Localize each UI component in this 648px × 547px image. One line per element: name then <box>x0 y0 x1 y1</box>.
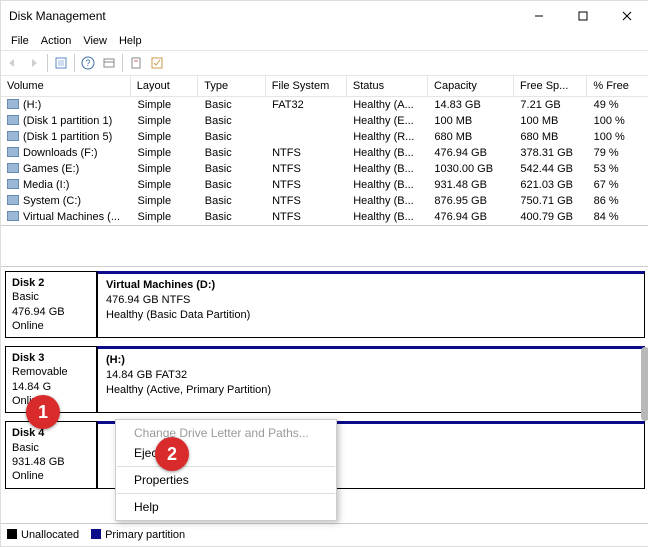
volume-rows: (H:)SimpleBasicFAT32Healthy (A...14.83 G… <box>1 97 648 225</box>
column-type[interactable]: Type <box>198 76 266 96</box>
menu-file[interactable]: File <box>5 33 35 49</box>
scrollbar-thumb[interactable] <box>641 347 648 421</box>
table-row[interactable]: (H:)SimpleBasicFAT32Healthy (A...14.83 G… <box>1 97 648 113</box>
table-row[interactable]: Downloads (F:)SimpleBasicNTFSHealthy (B.… <box>1 145 648 161</box>
context-menu: Change Drive Letter and Paths... Eject P… <box>115 419 337 521</box>
check-icon[interactable] <box>147 53 167 73</box>
toolbar-separator <box>122 54 123 72</box>
menu-properties[interactable]: Properties <box>116 470 336 490</box>
refresh-icon[interactable] <box>51 53 71 73</box>
column-status[interactable]: Status <box>347 76 428 96</box>
disk-label[interactable]: Disk 4Basic931.48 GBOnline <box>5 421 97 488</box>
menu-view[interactable]: View <box>77 33 113 49</box>
table-row[interactable]: Virtual Machines (...SimpleBasicNTFSHeal… <box>1 209 648 225</box>
menu-help[interactable]: Help <box>113 33 148 49</box>
column-volume[interactable]: Volume <box>1 76 131 96</box>
volume-list: Volume Layout Type File System Status Ca… <box>1 76 648 226</box>
help-icon[interactable]: ? <box>78 53 98 73</box>
menu-action[interactable]: Action <box>35 33 78 49</box>
splitter[interactable] <box>1 226 648 266</box>
toolbar-separator <box>74 54 75 72</box>
column-pct-free[interactable]: % Free <box>587 76 648 96</box>
annotation-marker-1: 1 <box>26 395 60 429</box>
volume-header: Volume Layout Type File System Status Ca… <box>1 76 648 97</box>
menubar: File Action View Help <box>1 31 648 50</box>
titlebar: Disk Management <box>1 1 648 31</box>
toolbar: ? <box>1 50 648 76</box>
partition-box[interactable]: (H:)14.84 GB FAT32Healthy (Active, Prima… <box>97 346 645 413</box>
window-title: Disk Management <box>9 9 517 23</box>
back-button <box>3 53 23 73</box>
table-row[interactable]: Media (I:)SimpleBasicNTFSHealthy (B...93… <box>1 177 648 193</box>
disk-row: Disk 2Basic476.94 GBOnline Virtual Machi… <box>5 271 645 338</box>
annotation-marker-2: 2 <box>155 437 189 471</box>
settings-icon[interactable] <box>99 53 119 73</box>
menu-change-drive-letter: Change Drive Letter and Paths... <box>116 423 336 443</box>
partition-box[interactable]: Virtual Machines (D:)476.94 GB NTFSHealt… <box>97 271 645 338</box>
column-free-space[interactable]: Free Sp... <box>514 76 587 96</box>
column-layout[interactable]: Layout <box>131 76 199 96</box>
close-button[interactable] <box>605 1 648 31</box>
forward-button <box>24 53 44 73</box>
context-separator <box>117 493 335 494</box>
maximize-button[interactable] <box>561 1 605 31</box>
table-row[interactable]: (Disk 1 partition 1)SimpleBasicHealthy (… <box>1 113 648 129</box>
column-capacity[interactable]: Capacity <box>428 76 514 96</box>
table-row[interactable]: (Disk 1 partition 5)SimpleBasicHealthy (… <box>1 129 648 145</box>
column-filesystem[interactable]: File System <box>266 76 347 96</box>
action-icon[interactable] <box>126 53 146 73</box>
disk-management-window: Disk Management File Action View Help ? … <box>0 0 648 547</box>
legend: Unallocated Primary partition <box>1 523 648 546</box>
menu-help[interactable]: Help <box>116 497 336 517</box>
toolbar-separator <box>47 54 48 72</box>
legend-unallocated: Unallocated <box>7 529 79 541</box>
svg-text:?: ? <box>85 58 90 68</box>
disk-label[interactable]: Disk 2Basic476.94 GBOnline <box>5 271 97 338</box>
context-separator <box>117 466 335 467</box>
menu-eject[interactable]: Eject <box>116 443 336 463</box>
minimize-button[interactable] <box>517 1 561 31</box>
legend-primary: Primary partition <box>91 529 185 541</box>
table-row[interactable]: Games (E:)SimpleBasicNTFSHealthy (B...10… <box>1 161 648 177</box>
table-row[interactable]: System (C:)SimpleBasicNTFSHealthy (B...8… <box>1 193 648 209</box>
disk-row: Disk 3Removable14.84 GOnlin (H:)14.84 GB… <box>5 346 645 413</box>
